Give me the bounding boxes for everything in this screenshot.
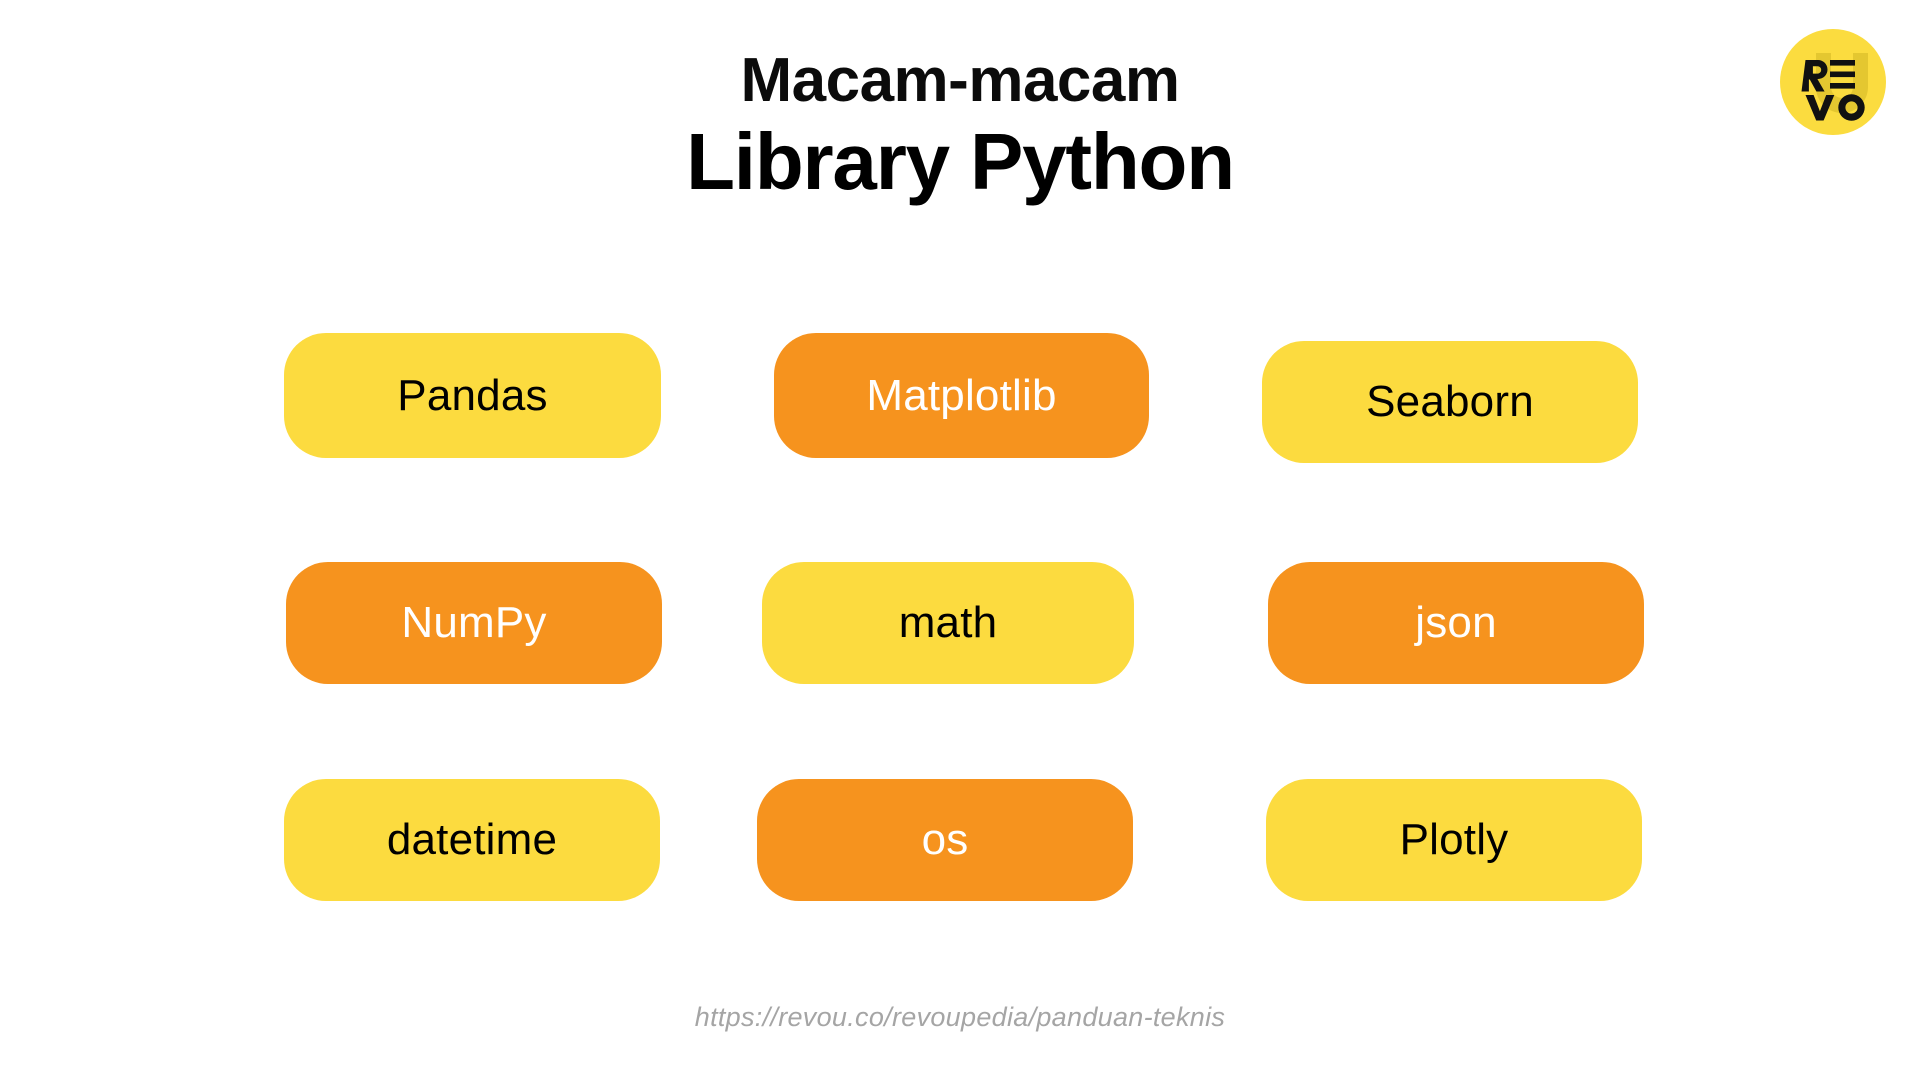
library-pill-pandas[interactable]: Pandas	[284, 333, 661, 458]
library-pill-json[interactable]: json	[1268, 562, 1644, 684]
source-url[interactable]: https://revou.co/revoupedia/panduan-tekn…	[0, 1002, 1920, 1033]
library-pill-datetime[interactable]: datetime	[284, 779, 660, 901]
library-pill-plotly[interactable]: Plotly	[1266, 779, 1642, 901]
slide-canvas: Macam-macam Library Python Pandas Matplo…	[0, 0, 1920, 1080]
library-pill-math[interactable]: math	[762, 562, 1134, 684]
library-pill-grid: Pandas Matplotlib Seaborn NumPy math jso…	[0, 0, 1920, 1080]
library-pill-os[interactable]: os	[757, 779, 1133, 901]
library-pill-matplotlib[interactable]: Matplotlib	[774, 333, 1149, 458]
library-pill-numpy[interactable]: NumPy	[286, 562, 662, 684]
library-pill-seaborn[interactable]: Seaborn	[1262, 341, 1638, 463]
